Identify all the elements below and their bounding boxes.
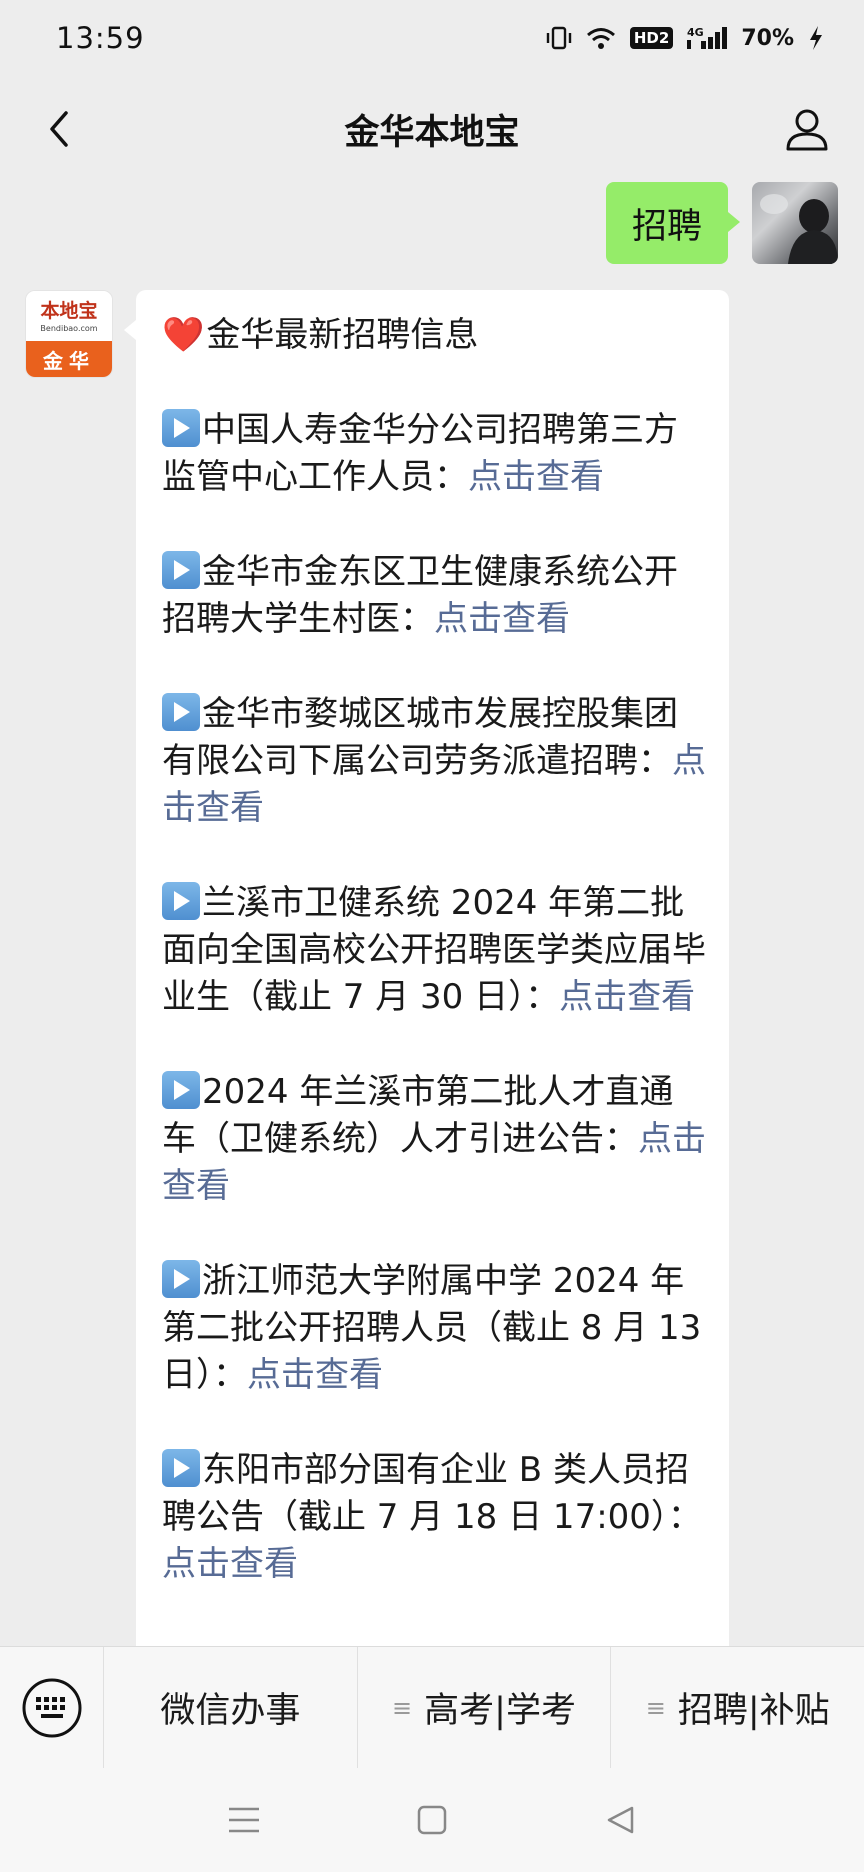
message-heading: ❤️金华最新招聘信息 [162, 312, 707, 359]
chat-area[interactable]: 招聘 本地宝 Bendibao.com 金华 ❤️金华最新招聘信息 中国人寿金华… [0, 182, 864, 1646]
status-time: 13:59 [56, 21, 145, 55]
submenu-icon: ≡ [392, 1693, 413, 1722]
keyboard-icon [22, 1678, 81, 1737]
play-icon [162, 693, 200, 731]
system-nav-bar [0, 1768, 864, 1872]
job-item: 金华市婺城区城市发展控股集团有限公司下属公司劳务派遣招聘：点击查看 [162, 691, 707, 832]
signal-icon: 4G [687, 25, 728, 51]
play-icon [162, 1071, 200, 1109]
job-item: 浙江师范大学附属中学 2024 年第二批公开招聘人员（截止 8 月 13 日）：… [162, 1258, 707, 1399]
recents-button[interactable] [214, 1790, 274, 1850]
menu-item-label: 招聘|补贴 [677, 1691, 830, 1731]
play-icon [162, 882, 200, 920]
view-link[interactable]: 点击查看 [162, 1544, 298, 1584]
bottom-menu: 微信办事 ≡ 高考|学考 ≡ 招聘|补贴 [0, 1646, 864, 1768]
status-bar: 13:59 HD2 4G 70% [0, 0, 864, 76]
bot-logo-text: 本地宝 [40, 299, 98, 322]
job-item: 东阳市部分国有企业 B 类人员招聘公告（截止 7 月 18 日 17:00）： 点… [162, 1447, 707, 1588]
job-item-text: 东阳市部分国有企业 B 类人员招聘公告（截止 7 月 18 日 17:00）： [162, 1450, 702, 1537]
view-link[interactable]: 点击查看 [434, 599, 570, 639]
menu-item-label: 微信办事 [160, 1691, 301, 1731]
message-heading-text: 金华最新招聘信息 [206, 315, 479, 355]
profile-button[interactable] [778, 100, 836, 158]
chevron-left-icon [50, 111, 68, 147]
bot-city-label: 金华 [26, 341, 112, 377]
heart-icon: ❤️ [162, 315, 205, 355]
person-icon [786, 109, 828, 151]
square-icon [417, 1805, 447, 1835]
vibrate-icon [546, 25, 572, 51]
job-item: 2024 年兰溪市第二批人才直通车（卫健系统）人才引进公告：点击查看 [162, 1069, 707, 1210]
charging-icon [808, 25, 824, 51]
bot-avatar[interactable]: 本地宝 Bendibao.com 金华 [25, 290, 113, 378]
view-link[interactable]: 点击查看 [559, 977, 695, 1017]
svg-text:4G: 4G [687, 26, 704, 39]
job-item-text: 2024 年兰溪市第二批人才直通车（卫健系统）人才引进公告： [162, 1072, 674, 1159]
view-link[interactable]: 点击查看 [468, 457, 604, 497]
view-link[interactable]: 点击查看 [247, 1355, 383, 1395]
play-icon [162, 409, 200, 447]
system-back-button[interactable] [590, 1790, 650, 1850]
outgoing-message-text: 招聘 [631, 206, 702, 247]
nav-bar: 金华本地宝 [0, 76, 864, 182]
play-icon [162, 551, 200, 589]
job-item: 兰溪市卫健系统 2024 年第二批面向全国高校公开招聘医学类应届毕业生（截止 7… [162, 880, 707, 1021]
play-icon [162, 1260, 200, 1298]
menu-item-exams[interactable]: ≡ 高考|学考 [358, 1647, 612, 1768]
hd-icon: HD2 [629, 27, 674, 49]
menu-icon [229, 1807, 259, 1833]
outgoing-message-bubble[interactable]: 招聘 [605, 182, 741, 264]
battery-level: 70% [741, 25, 794, 51]
triangle-back-icon [607, 1806, 634, 1834]
user-avatar[interactable] [752, 182, 838, 264]
user-photo [760, 194, 838, 264]
menu-item-jobs[interactable]: ≡ 招聘|补贴 [611, 1647, 864, 1768]
job-item-text: 金华市婺城区城市发展控股集团有限公司下属公司劳务派遣招聘： [162, 694, 678, 781]
submenu-icon: ≡ [645, 1693, 666, 1722]
job-item-text: 金华市金东区卫生健康系统公开招聘大学生村医： [162, 552, 678, 639]
home-button[interactable] [402, 1790, 462, 1850]
job-item-text: 浙江师范大学附属中学 2024 年第二批公开招聘人员（截止 8 月 13 日）： [162, 1261, 702, 1395]
page-title: 金华本地宝 [344, 112, 520, 153]
job-item: 中国人寿金华分公司招聘第三方监管中心工作人员：点击查看 [162, 407, 707, 501]
job-item: 金华市金东区卫生健康系统公开招聘大学生村医：点击查看 [162, 549, 707, 643]
play-icon [162, 1449, 200, 1487]
keyboard-toggle-button[interactable] [0, 1647, 104, 1768]
back-button[interactable] [30, 100, 88, 158]
menu-item-services[interactable]: 微信办事 [104, 1647, 358, 1768]
bot-logo-sub: Bendibao.com [40, 323, 98, 333]
wifi-icon [586, 26, 616, 50]
status-icons: HD2 4G 70% [546, 25, 824, 51]
bot-logo: 本地宝 Bendibao.com [26, 291, 112, 343]
incoming-message-bubble: ❤️金华最新招聘信息 中国人寿金华分公司招聘第三方监管中心工作人员：点击查看 金… [124, 290, 729, 1646]
menu-item-label: 高考|学考 [424, 1691, 576, 1731]
